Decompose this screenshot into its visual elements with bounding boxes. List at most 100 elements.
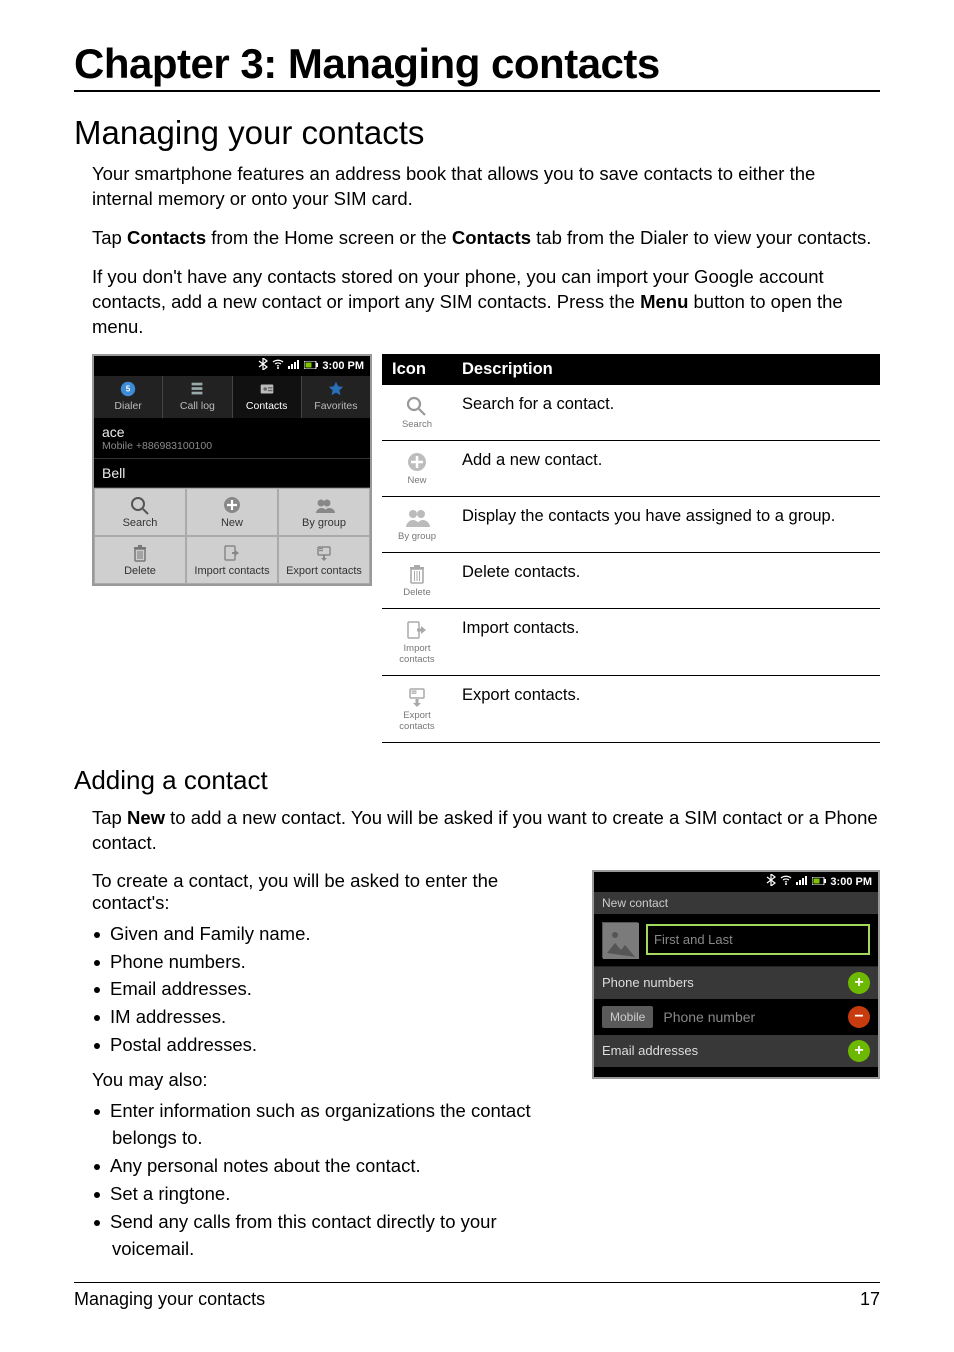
new-contact-screenshot: 3:00 PM New contact First and Last Phone… [592, 870, 880, 1079]
chapter-rule [74, 90, 880, 92]
add-paragraph-3: You may also: [92, 1069, 574, 1091]
contact-name: Bell [102, 465, 362, 481]
footer-rule [74, 1282, 880, 1283]
battery-icon [304, 360, 318, 372]
table-row: Import contacts Import contacts. [382, 608, 880, 675]
tab-label: Call log [180, 400, 215, 412]
menu-search[interactable]: Search [94, 488, 186, 536]
status-bar: 3:00 PM [594, 872, 878, 892]
text-contacts-bold-1: Contacts [127, 227, 206, 248]
export-icon [313, 543, 335, 563]
add-paragraph-2: To create a contact, you will be asked t… [92, 870, 574, 914]
menu-label: Export contacts [286, 565, 362, 577]
screenshot-cutoff [594, 1067, 878, 1077]
chapter-title: Chapter 3: Managing contacts [74, 40, 880, 88]
list-item: Any personal notes about the contact. [112, 1152, 574, 1180]
tab-contacts[interactable]: Contacts [233, 376, 302, 418]
text-fragment: Tap [92, 807, 127, 828]
text-fragment: Tap [92, 227, 127, 248]
body-paragraph-1: Your smartphone features an address book… [74, 162, 880, 212]
menu-export[interactable]: Export contacts [278, 536, 370, 584]
contact-photo[interactable] [602, 922, 638, 958]
menu-by-group[interactable]: By group [278, 488, 370, 536]
icon-label: By group [398, 531, 436, 542]
phone-section-header: Phone numbers + [594, 967, 878, 999]
name-row: First and Last [594, 914, 878, 967]
wifi-icon [272, 359, 284, 372]
trash-icon [404, 563, 430, 585]
battery-icon [812, 876, 826, 888]
contacts-screenshot: 3:00 PM 5 Dialer Call log Contacts Favo [92, 354, 372, 586]
contact-row[interactable]: Bell [94, 459, 370, 488]
bullet-list-1: Given and Family name. Phone numbers. Em… [112, 920, 574, 1059]
signal-icon [796, 875, 808, 888]
text-contacts-bold-2: Contacts [452, 227, 531, 248]
signal-icon [288, 359, 300, 372]
th-description: Description [452, 354, 880, 385]
footer-page-number: 17 [860, 1289, 880, 1310]
tab-call-log[interactable]: Call log [163, 376, 232, 418]
name-field[interactable]: First and Last [646, 924, 870, 955]
table-row: Search Search for a contact. [382, 385, 880, 441]
group-icon [404, 507, 430, 529]
tab-label: Dialer [114, 400, 141, 412]
text-fragment: tab from the Dialer to view your contact… [531, 227, 871, 248]
list-item: Phone numbers. [112, 948, 574, 976]
wifi-icon [780, 875, 792, 888]
new-contact-title: New contact [594, 892, 878, 914]
icon-label: Delete [403, 587, 430, 598]
export-icon [404, 686, 430, 708]
phone-row: Mobile Phone number − [594, 999, 878, 1035]
menu-import[interactable]: Import contacts [186, 536, 278, 584]
td-description: Export contacts. [452, 675, 880, 742]
phone-type-chip[interactable]: Mobile [602, 1006, 653, 1028]
list-item: Enter information such as organizations … [112, 1097, 574, 1153]
phone-field[interactable]: Phone number [659, 1005, 842, 1029]
table-row: Delete Delete contacts. [382, 552, 880, 608]
text-new-bold: New [127, 807, 165, 828]
menu-label: Import contacts [194, 565, 269, 577]
photo-icon [603, 923, 639, 959]
footer-left: Managing your contacts [74, 1289, 265, 1310]
menu-delete[interactable]: Delete [94, 536, 186, 584]
list-item: Send any calls from this contact directl… [112, 1208, 574, 1264]
text-fragment: from the Home screen or the [206, 227, 452, 248]
icon-description-table: Icon Description Search Search for a con… [382, 354, 880, 743]
contact-sub: Mobile +886983100100 [102, 440, 362, 452]
icon-label: Export contacts [399, 710, 434, 732]
add-phone-button[interactable]: + [848, 972, 870, 994]
table-row: Export contacts Export contacts. [382, 675, 880, 742]
list-item: Email addresses. [112, 975, 574, 1003]
add-email-button[interactable]: + [848, 1040, 870, 1062]
td-description: Import contacts. [452, 608, 880, 675]
bluetooth-icon [766, 874, 776, 889]
status-time: 3:00 PM [322, 360, 364, 372]
search-icon [404, 395, 430, 417]
text-fragment: to add a new contact. You will be asked … [92, 807, 878, 853]
td-description: Add a new contact. [452, 440, 880, 496]
table-row: New Add a new contact. [382, 440, 880, 496]
svg-text:5: 5 [126, 385, 131, 394]
remove-phone-button[interactable]: − [848, 1006, 870, 1028]
td-description: Display the contacts you have assigned t… [452, 496, 880, 552]
icon-label: Search [402, 419, 432, 430]
tab-dialer[interactable]: 5 Dialer [94, 376, 163, 418]
tab-label: Contacts [246, 400, 287, 412]
menu-new[interactable]: New [186, 488, 278, 536]
icon-label: New [407, 475, 426, 486]
contact-row[interactable]: ace Mobile +886983100100 [94, 418, 370, 459]
th-icon: Icon [382, 354, 452, 385]
text-menu-bold: Menu [640, 291, 688, 312]
phone-header-label: Phone numbers [602, 975, 694, 990]
body-paragraph-3: If you don't have any contacts stored on… [74, 265, 880, 340]
star-icon [326, 380, 346, 398]
table-row: By group Display the contacts you have a… [382, 496, 880, 552]
tab-label: Favorites [314, 400, 357, 412]
bluetooth-icon [258, 358, 268, 373]
add-paragraph-1: Tap New to add a new contact. You will b… [74, 806, 880, 856]
bullet-list-2: Enter information such as organizations … [112, 1097, 574, 1264]
tab-favorites[interactable]: Favorites [302, 376, 370, 418]
menu-label: By group [302, 517, 346, 529]
contacts-icon [257, 380, 277, 398]
menu-label: Delete [124, 565, 156, 577]
